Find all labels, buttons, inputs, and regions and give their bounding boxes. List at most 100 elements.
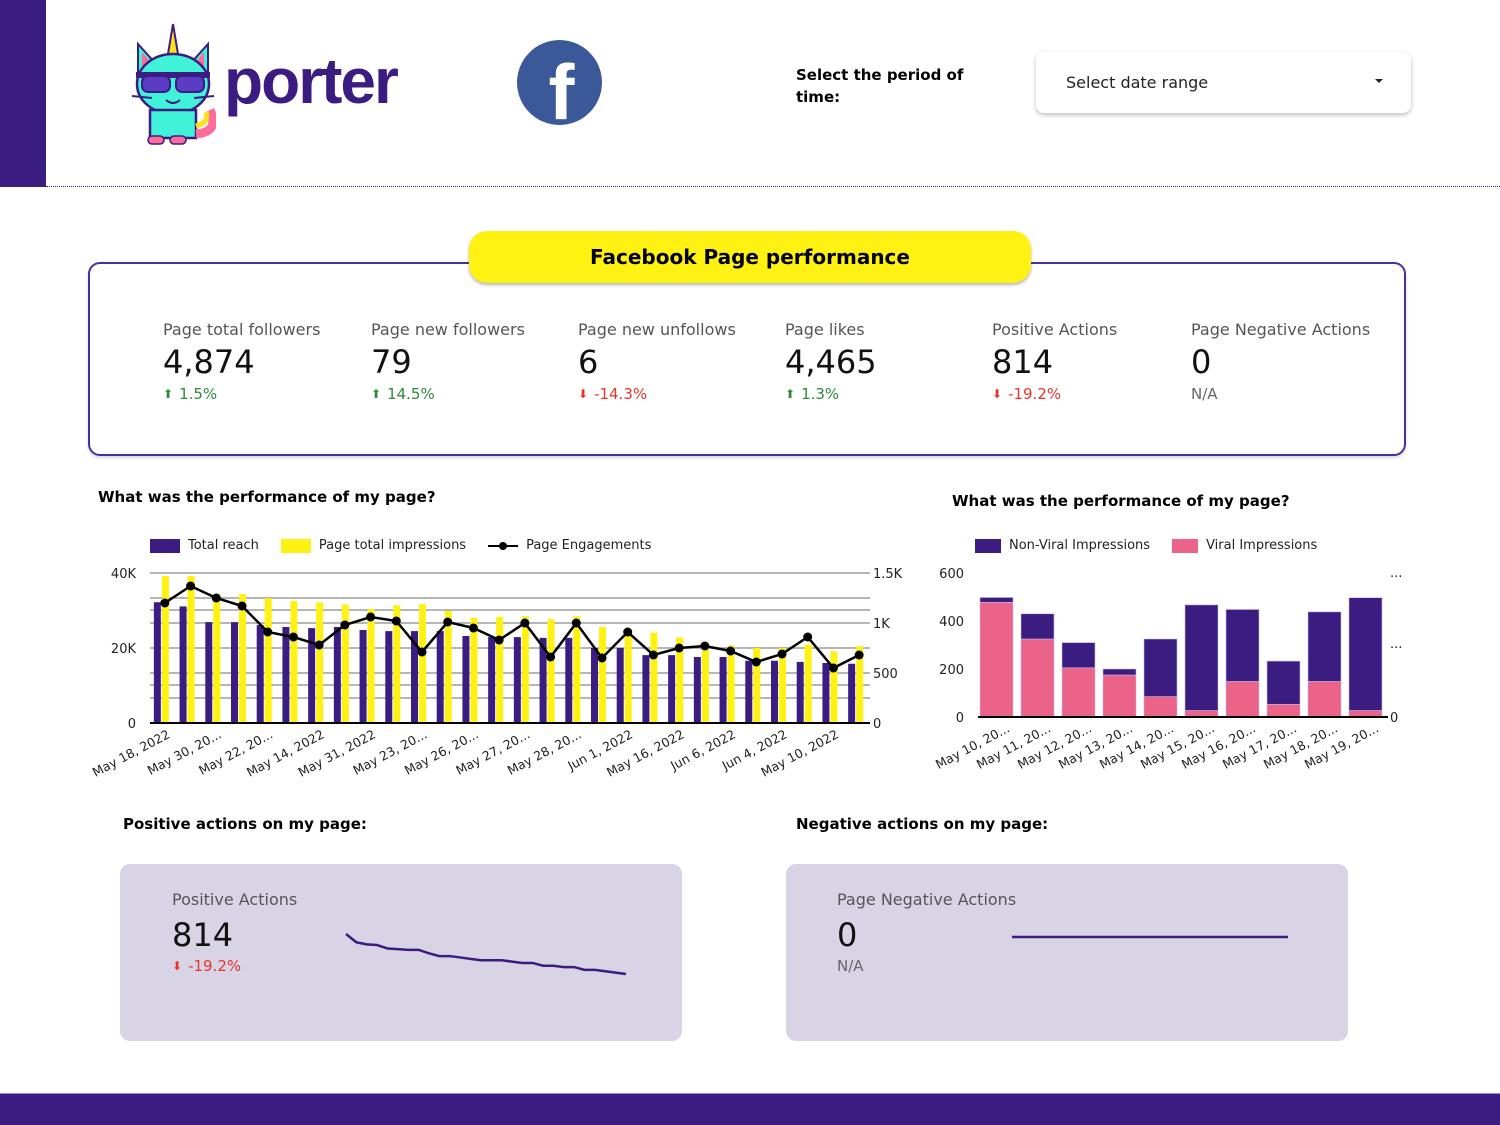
- bar-page-impressions: [496, 616, 504, 723]
- bar-page-impressions: [187, 576, 195, 723]
- chart2-legend: Non-Viral Impressions Viral Impressions: [975, 538, 1339, 553]
- engagement-point: [597, 653, 607, 663]
- bar-total-reach: [591, 648, 598, 723]
- kpi-delta: ⬇ -14.3%: [578, 385, 648, 403]
- negative-section-title: Negative actions on my page:: [796, 815, 1049, 833]
- bar-total-reach: [333, 627, 341, 723]
- engagement-point: [648, 650, 658, 660]
- engagement-point: [340, 620, 350, 630]
- brand-name: porter: [224, 45, 399, 117]
- negative-card-value: 0: [837, 916, 858, 954]
- bar-non-viral: [1061, 642, 1096, 669]
- legend-page-impressions[interactable]: Page total impressions: [280, 538, 466, 553]
- engagement-point: [674, 643, 684, 653]
- right-tick-label: 1.5K: [873, 567, 903, 582]
- bar-total-reach: [848, 663, 856, 723]
- kpi-delta: ⬆ 1.5%: [163, 385, 218, 403]
- positive-card-label: Positive Actions: [172, 890, 298, 909]
- positive-card-delta: ⬇ -19.2%: [172, 957, 242, 975]
- facebook-icon: f: [517, 40, 602, 125]
- engagement-point: [237, 601, 247, 611]
- kpi-item: Positive Actions 814 ⬇ -19.2%: [992, 320, 1117, 403]
- bar-page-impressions: [264, 598, 272, 723]
- engagement-point: [186, 581, 196, 591]
- bar-total-reach: [488, 637, 496, 723]
- kpi-label: Page likes: [785, 320, 865, 339]
- bar-total-reach: [205, 622, 213, 723]
- engagement-point: [546, 652, 556, 662]
- arrow-down-icon: ⬇: [578, 387, 589, 401]
- engagement-point: [854, 650, 864, 660]
- left-tick-label: 40K: [111, 567, 137, 582]
- right-tick-label: 0: [1390, 711, 1398, 726]
- kpi-value: 0: [1191, 343, 1212, 381]
- arrow-down-icon: ⬇: [172, 959, 183, 973]
- bar-non-viral: [1020, 613, 1055, 640]
- negative-card-label: Page Negative Actions: [837, 890, 1017, 909]
- kpi-value: 79: [371, 343, 412, 381]
- bar-viral: [1020, 638, 1055, 718]
- legend-non-viral[interactable]: Non-Viral Impressions: [975, 538, 1150, 553]
- kpi-label: Page total followers: [163, 320, 321, 339]
- kpi-value: 4,874: [163, 343, 255, 381]
- bar-page-impressions: [624, 632, 632, 723]
- bar-viral: [979, 601, 1014, 718]
- footer-bar: [0, 1093, 1500, 1125]
- arrow-up-icon: ⬆: [785, 387, 796, 401]
- bar-page-impressions: [213, 594, 221, 723]
- engagement-point: [623, 627, 633, 637]
- kpi-delta: ⬆ 1.3%: [785, 385, 840, 403]
- engagement-point: [160, 598, 170, 608]
- header-divider: [46, 186, 1500, 187]
- engagement-point: [417, 647, 427, 657]
- bar-viral: [1307, 681, 1342, 718]
- bar-page-impressions: [573, 616, 581, 723]
- bar-viral: [1102, 674, 1137, 718]
- bar-non-viral: [1225, 609, 1260, 682]
- kpi-value: 6: [578, 343, 599, 381]
- engagement-point: [468, 623, 478, 633]
- kpi-label: Page new followers: [371, 320, 525, 339]
- bar-page-impressions: [727, 645, 735, 723]
- legend-total-reach[interactable]: Total reach: [150, 538, 259, 553]
- kpi-item: Page Negative Actions 0 N/A: [1191, 320, 1370, 403]
- sparkline-path: [345, 933, 627, 976]
- positive-card-value: 814: [172, 916, 234, 954]
- kpi-label: Page Negative Actions: [1191, 320, 1371, 339]
- negative-sparkline: [1012, 935, 1288, 939]
- kpi-panel-title: Facebook Page performance: [469, 231, 1031, 283]
- date-range-select[interactable]: Select date range: [1036, 52, 1411, 113]
- bar-page-impressions: [599, 627, 606, 723]
- bar-total-reach: [642, 655, 650, 723]
- chart1-title: What was the performance of my page?: [98, 488, 436, 506]
- bar-viral: [1143, 696, 1178, 718]
- arrow-up-icon: ⬆: [163, 387, 174, 401]
- bar-page-impressions: [316, 602, 324, 723]
- bar-page-impressions: [419, 604, 426, 723]
- engagement-point: [700, 641, 710, 651]
- engagement-point: [520, 618, 530, 628]
- bar-page-impressions: [444, 610, 452, 723]
- bar-total-reach: [231, 622, 238, 723]
- kpi-label: Positive Actions: [992, 320, 1118, 339]
- bar-page-impressions: [804, 644, 812, 723]
- bar-page-impressions: [650, 632, 658, 723]
- legend-viral[interactable]: Viral Impressions: [1172, 538, 1317, 553]
- bar-total-reach: [719, 657, 727, 723]
- engagement-point: [494, 635, 504, 645]
- bar-page-impressions: [779, 648, 786, 723]
- bar-total-reach: [565, 637, 573, 723]
- kpi-value: 4,465: [785, 343, 877, 381]
- engagement-point: [211, 593, 221, 603]
- engagement-point: [726, 646, 736, 656]
- legend-page-engagements[interactable]: Page Engagements: [488, 538, 651, 553]
- bar-page-impressions: [290, 601, 298, 723]
- engagement-point: [751, 657, 761, 667]
- bar-total-reach: [668, 655, 676, 723]
- kpi-label: Page new unfollows: [578, 320, 736, 339]
- left-tick-label: 0: [128, 717, 136, 732]
- bar-page-impressions: [161, 576, 169, 723]
- left-accent-bar: [0, 0, 46, 187]
- bar-total-reach: [359, 630, 367, 723]
- bar-non-viral: [1102, 668, 1137, 676]
